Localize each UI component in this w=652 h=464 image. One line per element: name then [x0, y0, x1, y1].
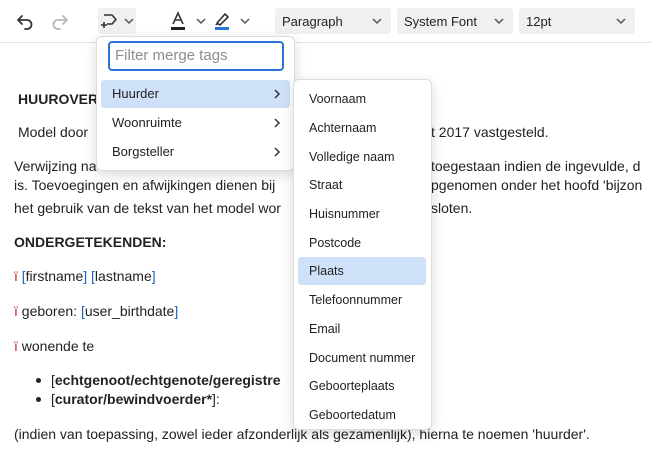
submenu-item-huisnummer[interactable]: Huisnummer: [298, 200, 426, 228]
bracket-close: ]: [174, 303, 179, 319]
undo-icon: [17, 15, 33, 30]
list-item: [curator/bewindvoerder*]:: [51, 390, 220, 409]
menu-item-woonruimte[interactable]: Woonruimte: [101, 109, 290, 137]
chevron-right-icon: [274, 118, 281, 128]
chevron-down-icon: [123, 18, 134, 25]
placeholder-mark: ï: [14, 338, 18, 354]
merge-tag-user-birthdate[interactable]: user_birthdate: [85, 303, 175, 319]
intro-text-left: Model door: [18, 124, 89, 140]
submenu-item-achternaam[interactable]: Achternaam: [298, 114, 426, 142]
bullet-icon: [36, 378, 41, 383]
submenu-item-document-nummer[interactable]: Document nummer: [298, 344, 426, 372]
merge-tag-lastname[interactable]: lastname: [95, 268, 152, 284]
document-heading: HUUROVER: [18, 91, 99, 107]
reference-text-line1-right: toegestaan indien de ingevulde, d: [431, 158, 641, 174]
reference-text-line3-left: het gebruik van de tekst van het model w…: [14, 200, 281, 216]
bullet-icon: [36, 397, 41, 402]
submenu-item-plaats[interactable]: Plaats: [298, 257, 426, 285]
font-size-value: 12pt: [526, 13, 552, 29]
chevron-down-icon: [372, 18, 382, 25]
bracket-close: ]:: [212, 391, 220, 407]
menu-item-label: Woonruimte: [112, 115, 182, 130]
submenu-item-voornaam[interactable]: Voornaam: [298, 85, 426, 113]
birthdate-label: geboren:: [21, 303, 78, 319]
reference-text-line2-right: pgenomen onder het hoofd 'bijzon: [431, 177, 643, 193]
signers-heading: ONDERGETEKENDEN:: [14, 234, 167, 250]
reference-text-line1-left: Verwijzing na: [14, 158, 97, 174]
menu-item-borgsteller[interactable]: Borgsteller: [101, 138, 290, 166]
menu-item-label: Borgsteller: [112, 144, 175, 159]
list-item-text: curator/bewindvoerder*: [54, 391, 213, 407]
intro-text-right: t 2017 vastgesteld.: [431, 124, 549, 140]
merge-tag-firstname[interactable]: firstname: [26, 268, 84, 284]
block-format-select[interactable]: Paragraph: [275, 8, 391, 34]
chevron-down-icon: [239, 18, 250, 25]
filter-merge-tags-input[interactable]: Filter merge tags: [108, 41, 284, 71]
reference-text-line3-right: sloten.: [431, 200, 473, 216]
chevron-down-icon: [616, 18, 626, 25]
reference-text-line2-left: is. Toevoegingen en afwijkingen dienen b…: [14, 177, 276, 193]
merge-tags-submenu: Voornaam Achternaam Volledige naam Straa…: [293, 79, 432, 430]
merge-tag-icon: [100, 14, 117, 28]
undo-button[interactable]: [13, 8, 37, 34]
font-size-select[interactable]: 12pt: [519, 8, 635, 34]
names-line: ï [firstname] [lastname]: [14, 267, 156, 286]
submenu-item-geboorteplaats[interactable]: Geboorteplaats: [298, 372, 426, 400]
living-label: wonende te: [21, 338, 95, 354]
living-line: ï wonende te: [14, 337, 94, 356]
bracket-close: ]: [151, 268, 156, 284]
block-format-value: Paragraph: [282, 13, 343, 29]
chevron-down-icon: [494, 18, 504, 25]
list-item-text: echtgenoot/echtgenote/geregistre: [54, 372, 281, 388]
submenu-item-volledige-naam[interactable]: Volledige naam: [298, 143, 426, 171]
menu-item-huurder[interactable]: Huurder: [101, 80, 290, 108]
submenu-item-postcode[interactable]: Postcode: [298, 229, 426, 257]
chevron-right-icon: [274, 147, 281, 157]
submenu-item-email[interactable]: Email: [298, 315, 426, 343]
list-item: [echtgenoot/echtgenote/geregistre: [51, 371, 280, 390]
filter-placeholder: Filter merge tags: [115, 47, 228, 64]
chevron-down-icon: [195, 18, 206, 25]
font-family-value: System Font: [404, 13, 477, 29]
submenu-item-straat[interactable]: Straat: [298, 171, 426, 199]
chevron-right-icon: [274, 89, 281, 99]
text-color-icon: [170, 11, 185, 30]
birthdate-line: ï geboren: [user_birthdate]: [14, 302, 178, 321]
merge-tags-menu: Filter merge tags Huurder Woonruimte Bor…: [96, 36, 295, 171]
redo-icon: [52, 15, 68, 30]
highlight-color-button[interactable]: [210, 8, 252, 34]
text-color-button[interactable]: [166, 8, 208, 34]
highlighter-icon: [214, 13, 229, 30]
menu-item-label: Huurder: [112, 86, 159, 101]
submenu-item-telefoonnummer[interactable]: Telefoonnummer: [298, 286, 426, 314]
redo-button[interactable]: [48, 8, 72, 34]
placeholder-mark: ï: [14, 303, 18, 319]
placeholder-mark: ï: [14, 268, 18, 284]
submenu-item-geboortedatum[interactable]: Geboortedatum: [298, 401, 426, 429]
merge-tags-button[interactable]: [98, 8, 136, 34]
bracket-close: ]: [83, 268, 88, 284]
font-family-select[interactable]: System Font: [397, 8, 513, 34]
